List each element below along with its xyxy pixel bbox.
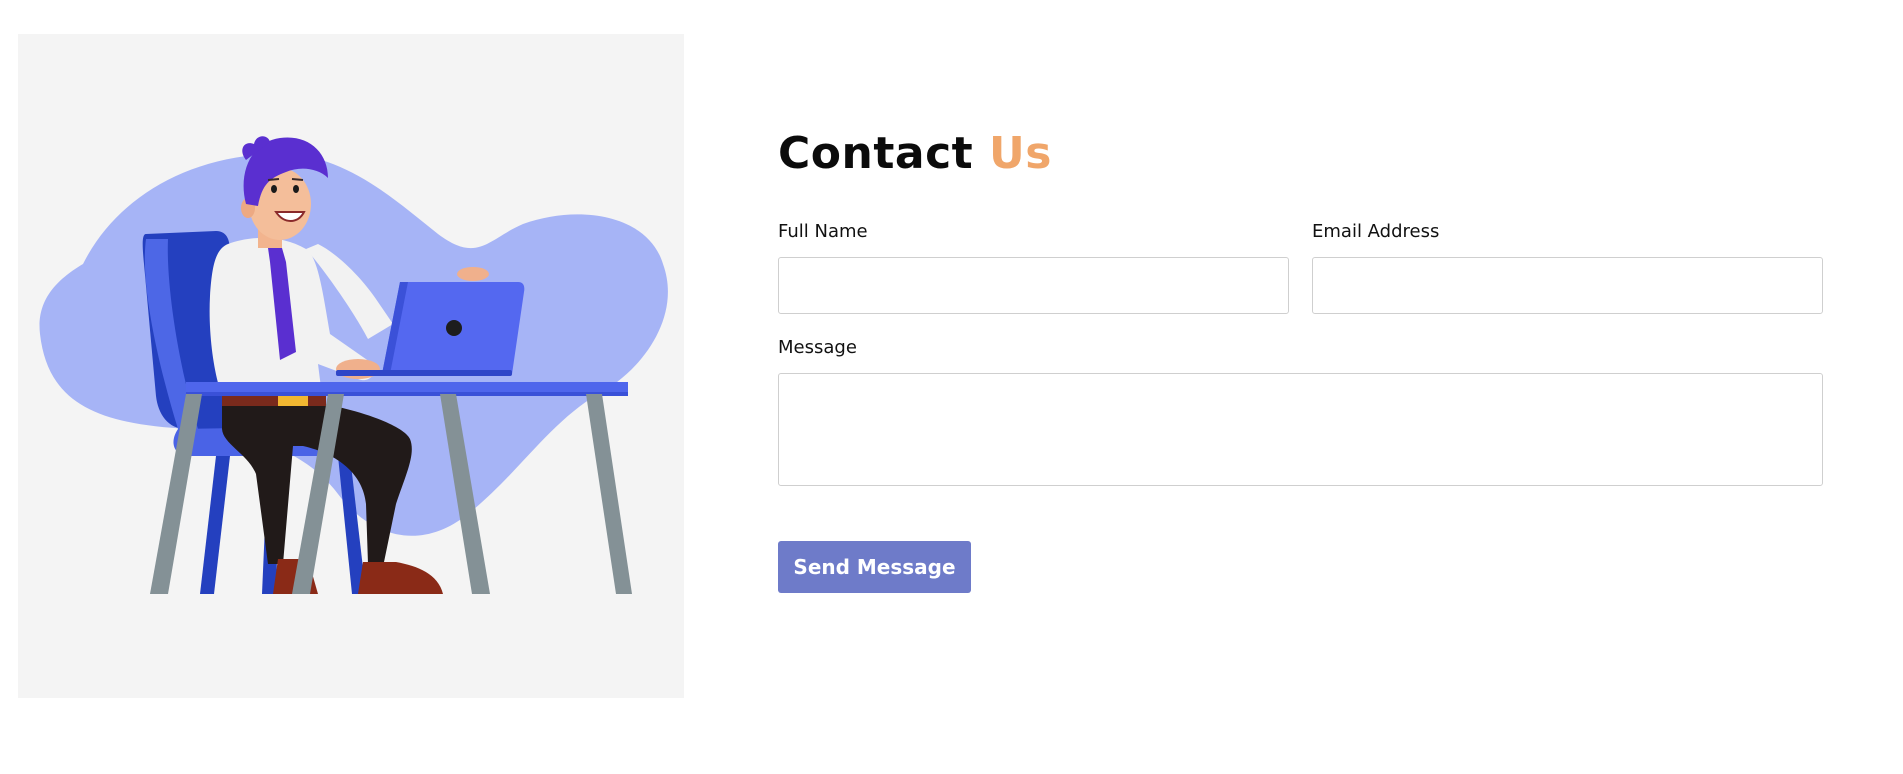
message-label: Message [778, 337, 857, 358]
message-textarea[interactable] [778, 373, 1823, 486]
laptop-logo [446, 320, 462, 336]
email-address-label: Email Address [1312, 221, 1440, 242]
title-accent: Us [989, 128, 1052, 179]
desk-leg [586, 394, 632, 594]
hand [457, 267, 489, 281]
eye [293, 185, 299, 193]
background-blob [39, 153, 668, 536]
full-name-label: Full Name [778, 221, 868, 242]
send-message-button[interactable]: Send Message [778, 541, 971, 593]
eye [271, 185, 277, 193]
email-address-input[interactable] [1312, 257, 1823, 314]
eyebrow [291, 178, 304, 181]
shoe [358, 562, 443, 594]
man-at-laptop-illustration [39, 136, 668, 594]
contact-section: Contact Us Full Name Email Address Messa… [778, 0, 1824, 774]
hero-illustration [18, 34, 684, 698]
laptop-base [336, 370, 512, 376]
chair-leg [200, 456, 230, 594]
eyebrow [267, 178, 280, 181]
title-main: Contact [778, 128, 974, 179]
desk-top-underside [186, 392, 628, 396]
page-title: Contact Us [778, 125, 1052, 183]
full-name-input[interactable] [778, 257, 1289, 314]
